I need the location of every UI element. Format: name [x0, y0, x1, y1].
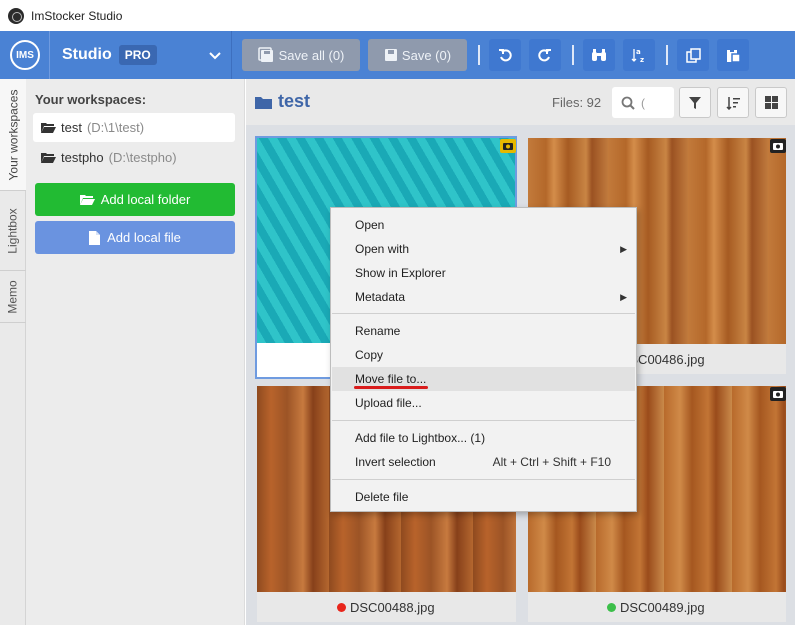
tab-your-workspaces[interactable]: Your workspaces [0, 79, 26, 191]
menu-separator [332, 420, 635, 421]
save-label: Save (0) [401, 47, 452, 63]
menu-item-open-with[interactable]: Open with ▶ [332, 237, 635, 261]
app-logo-icon [8, 7, 24, 24]
workspace-name: test [61, 120, 82, 135]
menu-separator [332, 313, 635, 314]
search-icon [621, 96, 635, 110]
grid-view-button[interactable] [755, 87, 787, 118]
thumbnail-caption: DSC00488.jpg [337, 600, 435, 615]
folder-open-icon [79, 195, 95, 205]
status-dot-red [337, 603, 346, 612]
redo-icon [538, 49, 551, 62]
workspace-name: testpho [61, 150, 104, 165]
folder-breadcrumb: test [255, 91, 310, 112]
main-header: test Files: 92 ( [246, 79, 795, 125]
folder-open-icon [41, 123, 56, 133]
save-all-label: Save all (0) [278, 47, 345, 63]
add-local-folder-button[interactable]: Add local folder [35, 183, 235, 216]
studio-selector[interactable]: IMS Studio PRO [0, 31, 232, 79]
file-name: DSC00488.jpg [350, 600, 435, 615]
menu-item-metadata[interactable]: Metadata ▶ [332, 285, 635, 309]
pro-badge: PRO [118, 45, 157, 65]
menu-item-add-to-lightbox[interactable]: Add file to Lightbox... (1) [332, 426, 635, 450]
workspace-item-test[interactable]: test (D:\1\test) [33, 113, 235, 142]
menu-item-show-in-explorer[interactable]: Show in Explorer [332, 261, 635, 285]
sort-az-button[interactable]: az [623, 39, 655, 71]
search-placeholder: ( [641, 95, 645, 110]
binoculars-icon [592, 49, 606, 61]
window-title: ImStocker Studio [31, 8, 123, 23]
annotation-underline [354, 386, 428, 389]
folder-icon [255, 96, 272, 109]
context-menu: Open Open with ▶ Show in Explorer Metadat… [330, 207, 637, 512]
svg-text:a: a [636, 48, 641, 56]
app-header: IMS Studio PRO Save all (0) Save (0) az [0, 31, 795, 79]
workspace-path: (D:\testpho) [108, 150, 177, 165]
file-name: DSC00489.jpg [620, 600, 705, 615]
tab-memo[interactable]: Memo [0, 271, 26, 323]
filter-icon [689, 96, 701, 109]
menu-item-upload-file[interactable]: Upload file... [332, 391, 635, 415]
search-input[interactable]: ( [612, 87, 674, 118]
menu-separator [332, 479, 635, 480]
tab-lightbox[interactable]: Lightbox [0, 191, 26, 271]
camera-icon [770, 139, 786, 153]
binoculars-button[interactable] [583, 39, 615, 71]
main-toolbar: Save all (0) Save (0) az [232, 31, 757, 79]
menu-item-copy[interactable]: Copy [332, 343, 635, 367]
save-all-button[interactable]: Save all (0) [242, 39, 360, 71]
save-icon [384, 49, 397, 61]
save-all-icon [257, 47, 273, 62]
sort-az-icon: az [631, 48, 644, 63]
copy-icon [685, 47, 701, 63]
add-local-file-button[interactable]: Add local file [35, 221, 235, 254]
file-icon [89, 230, 101, 245]
grid-icon [764, 96, 778, 109]
copy-button[interactable] [677, 39, 709, 71]
menu-item-rename[interactable]: Rename [332, 319, 635, 343]
submenu-arrow-icon: ▶ [620, 243, 627, 254]
status-dot-green [607, 603, 616, 612]
current-folder-name: test [278, 91, 311, 111]
shortcut-text: Alt + Ctrl + Shift + F10 [492, 455, 611, 469]
workspace-path: (D:\1\test) [86, 120, 145, 135]
undo-icon [499, 49, 512, 62]
redo-button[interactable] [529, 39, 561, 71]
thumbnail-caption: DSC00489.jpg [607, 600, 705, 615]
chevron-down-icon [209, 47, 221, 63]
ims-logo-icon: IMS [10, 40, 40, 70]
paste-button[interactable] [717, 39, 749, 71]
menu-item-delete-file[interactable]: Delete file [332, 485, 635, 509]
svg-text:z: z [640, 56, 644, 63]
window-titlebar: ImStocker Studio [0, 0, 795, 31]
studio-label: Studio [62, 46, 112, 63]
paste-icon [726, 48, 741, 63]
sort-button[interactable] [717, 87, 749, 118]
menu-item-open[interactable]: Open [332, 213, 635, 237]
filter-button[interactable] [679, 87, 711, 118]
undo-button[interactable] [489, 39, 521, 71]
workspace-item-testpho[interactable]: testpho (D:\testpho) [33, 143, 235, 172]
save-button[interactable]: Save (0) [368, 39, 467, 71]
folder-open-icon [41, 153, 56, 163]
menu-item-invert-selection[interactable]: Invert selection Alt + Ctrl + Shift + F10 [332, 450, 635, 474]
camera-icon [770, 387, 786, 401]
sort-icon [726, 96, 740, 110]
camera-icon [500, 139, 516, 153]
side-tabs: Your workspaces Lightbox Memo [0, 79, 26, 625]
workspaces-title: Your workspaces: [35, 92, 147, 107]
workspaces-panel: Your workspaces: test (D:\1\test) testph… [26, 79, 245, 625]
submenu-arrow-icon: ▶ [620, 291, 627, 302]
files-count: Files: 92 [552, 95, 602, 110]
